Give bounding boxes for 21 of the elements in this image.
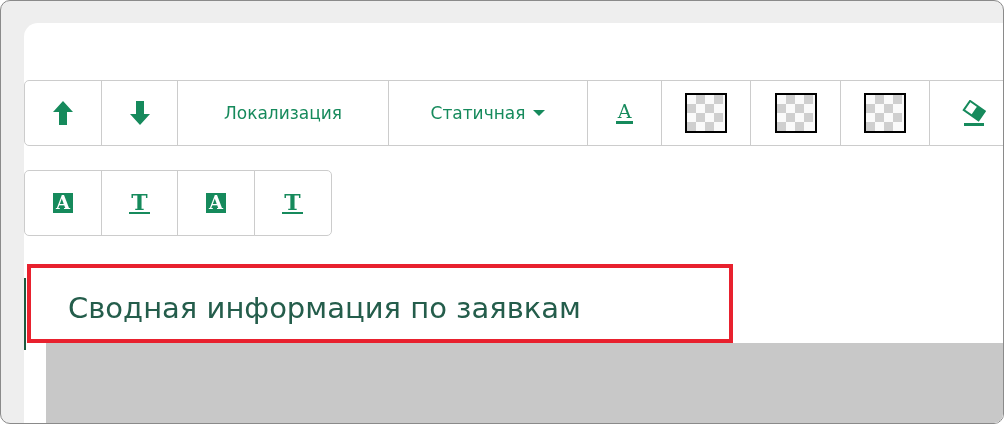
toolbar-button[interactable]: T — [253, 170, 332, 236]
arrow-up-icon — [53, 101, 73, 125]
arrow-down-icon — [129, 101, 150, 125]
localization-button[interactable]: Локализация — [177, 80, 389, 146]
background-color-icon: A — [53, 193, 73, 213]
background-color-icon: A — [206, 193, 226, 213]
toolbar-button[interactable]: A — [24, 170, 102, 236]
static-dropdown[interactable]: Статичная — [387, 80, 589, 146]
transparent-swatch-icon — [685, 93, 727, 133]
section-heading: Сводная информация по заявкам — [68, 290, 581, 325]
toolbar-button[interactable]: T — [100, 170, 179, 236]
caret-icon — [533, 110, 546, 116]
accent-bar — [24, 278, 26, 350]
toolbar-button[interactable] — [660, 80, 752, 146]
transparent-swatch-icon — [864, 93, 906, 133]
toolbar-button[interactable] — [839, 80, 931, 146]
toolbar-button[interactable]: A — [587, 80, 662, 146]
toolbar-button[interactable] — [750, 80, 841, 146]
dropdown-label: Статичная — [430, 103, 526, 123]
transparent-swatch-icon — [774, 93, 817, 133]
toolbar-button[interactable]: A — [177, 170, 255, 236]
